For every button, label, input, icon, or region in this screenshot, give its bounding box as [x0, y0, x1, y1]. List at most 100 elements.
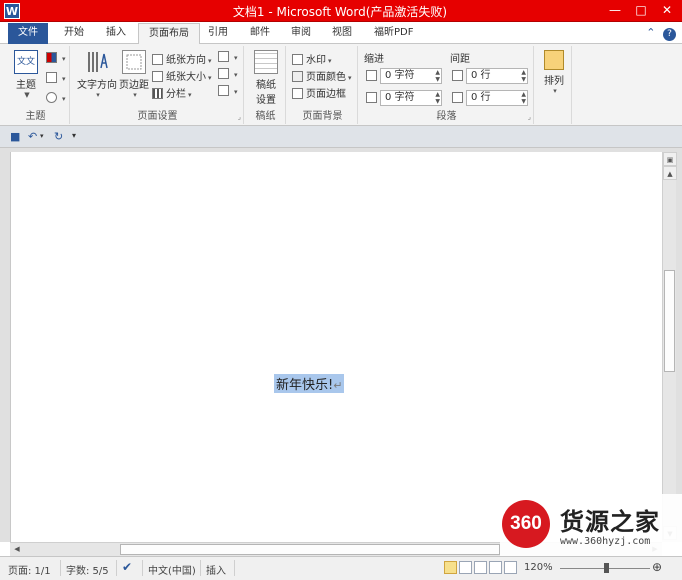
zoom-slider-thumb[interactable] — [604, 563, 609, 573]
proofing-icon[interactable]: ✔ — [122, 560, 132, 574]
group-label-paragraph: 段落 — [436, 111, 457, 122]
spacing-before-icon — [452, 70, 463, 81]
watermark-button[interactable]: 水印 ▾ — [292, 51, 332, 67]
scroll-left-icon[interactable]: ◀ — [10, 543, 24, 557]
arrange-button[interactable]: 排列 ▾ — [540, 50, 568, 95]
ribbon-tabs: 文件 开始 插入 页面布局 引用 邮件 审阅 视图 福昕PDF ⌃ ? — [0, 22, 682, 45]
spinner-arrows-icon[interactable]: ▲ ▼ — [435, 91, 440, 105]
chevron-down-icon: ▾ — [133, 91, 137, 99]
language-indicator[interactable]: 中文(中国) — [148, 562, 196, 577]
theme-effects-button[interactable]: ▾ — [46, 92, 66, 108]
tab-insert[interactable]: 插入 — [96, 23, 136, 44]
chevron-down-icon: ▾ — [553, 87, 557, 95]
orientation-icon — [152, 54, 163, 65]
horizontal-scroll-thumb[interactable] — [120, 544, 500, 555]
group-label-page-setup: 页面设置 — [137, 111, 178, 122]
collapse-ribbon-icon[interactable]: ⌃ — [646, 26, 655, 39]
maximize-button[interactable]: □ — [628, 0, 654, 20]
undo-icon[interactable]: ↶ — [28, 130, 37, 143]
theme-fonts-button[interactable]: ▾ — [46, 72, 66, 88]
chevron-down-icon: ▼ — [24, 91, 30, 99]
zoom-in-icon[interactable]: ⊕ — [652, 560, 662, 574]
word-app-icon[interactable]: W — [4, 3, 20, 19]
indent-right-icon — [366, 92, 377, 103]
orientation-button[interactable]: 纸张方向 ▾ — [152, 51, 212, 67]
draft-view-icon[interactable] — [504, 561, 517, 574]
tab-review[interactable]: 审阅 — [281, 23, 321, 44]
ruler-toggle-icon[interactable]: ▣ — [663, 152, 677, 166]
themes-icon: 文文 — [14, 50, 38, 74]
dialog-launcher-icon[interactable]: ⌟ — [528, 113, 531, 121]
size-button[interactable]: 纸张大小 ▾ — [152, 68, 212, 84]
save-icon[interactable]: ■ — [10, 130, 20, 143]
theme-fonts-icon — [46, 72, 57, 83]
tab-references[interactable]: 引用 — [198, 23, 238, 44]
tab-page-layout[interactable]: 页面布局 — [138, 23, 200, 45]
close-button[interactable]: ✕ — [654, 0, 680, 20]
theme-colors-button[interactable]: ▾ — [46, 52, 66, 68]
scroll-up-icon[interactable]: ▲ — [663, 166, 677, 180]
text-direction-icon — [85, 50, 109, 74]
page-color-icon — [292, 71, 303, 82]
tab-home[interactable]: 开始 — [54, 23, 94, 44]
spacing-before-spinner[interactable]: 0 行 ▲ ▼ — [466, 68, 528, 84]
spinner-arrows-icon[interactable]: ▲ ▼ — [521, 91, 526, 105]
undo-dropdown-icon[interactable]: ▾ — [40, 132, 44, 140]
text-direction-button[interactable]: 文字方向 ▾ — [76, 50, 118, 99]
tab-mailings[interactable]: 邮件 — [240, 23, 280, 44]
scroll-thumb[interactable] — [664, 270, 675, 372]
customize-qat-icon[interactable]: ▾ — [72, 131, 76, 140]
insert-mode-indicator[interactable]: 插入 — [206, 562, 226, 577]
spinner-arrows-icon[interactable]: ▲ ▼ — [521, 69, 526, 83]
word-count[interactable]: 字数: 5/5 — [66, 562, 109, 577]
breaks-icon — [218, 51, 229, 62]
document-page[interactable]: 新年快乐!↵ — [10, 152, 662, 542]
page-borders-button[interactable]: 页面边框 — [292, 85, 346, 101]
group-arrange: 排列 ▾ — [536, 46, 572, 124]
arrange-icon — [544, 50, 564, 70]
spacing-after-spinner[interactable]: 0 行 ▲ ▼ — [466, 90, 528, 106]
group-manuscript: 稿纸 设置 稿纸 — [246, 46, 286, 124]
spacing-label: 间距 — [450, 54, 470, 65]
tab-file[interactable]: 文件 — [8, 23, 48, 44]
group-page-setup: 文字方向 ▾ 页边距 ▾ 纸张方向 ▾ 纸张大小 ▾ 分栏 ▾ ▾ ▾ ▾ 页面设置 — [72, 46, 244, 124]
minimize-button[interactable]: — — [602, 0, 628, 20]
spacing-after-icon — [452, 92, 463, 103]
page-count[interactable]: 页面: 1/1 — [8, 562, 51, 577]
zoom-level[interactable]: 120% — [524, 562, 553, 573]
page-borders-icon — [292, 88, 303, 99]
theme-colors-icon — [46, 52, 57, 63]
tab-foxit-pdf[interactable]: 福昕PDF — [364, 23, 423, 44]
page-color-button[interactable]: 页面颜色 ▾ — [292, 68, 352, 84]
full-screen-reading-icon[interactable] — [459, 561, 472, 574]
line-numbers-button[interactable]: ▾ — [218, 68, 238, 84]
breaks-button[interactable]: ▾ — [218, 51, 238, 67]
spinner-arrows-icon[interactable]: ▲ ▼ — [435, 69, 440, 83]
document-area: 新年快乐!↵ ▣ ▲ ▼ — [0, 148, 682, 542]
help-icon[interactable]: ? — [663, 28, 676, 41]
margins-button[interactable]: 页边距 ▾ — [118, 50, 150, 99]
columns-icon — [152, 88, 163, 99]
page-size-icon — [152, 71, 163, 82]
print-layout-view-icon[interactable] — [444, 561, 457, 574]
group-label-manuscript: 稿纸 — [255, 111, 276, 122]
tab-view[interactable]: 视图 — [322, 23, 362, 44]
columns-button[interactable]: 分栏 ▾ — [152, 85, 192, 101]
vertical-scrollbar[interactable]: ▣ ▲ ▼ — [662, 152, 677, 540]
redo-icon[interactable]: ↻ — [54, 130, 63, 143]
themes-button[interactable]: 文文 主题 ▼ — [10, 50, 42, 99]
chevron-down-icon: ▾ — [96, 91, 100, 99]
dialog-launcher-icon[interactable]: ⌟ — [238, 113, 241, 121]
indent-right-spinner[interactable]: 0 字符 ▲ ▼ — [380, 90, 442, 106]
web-layout-icon[interactable] — [474, 561, 487, 574]
group-paragraph: 缩进 间距 0 字符 ▲ ▼ 0 字符 ▲ ▼ 0 行 ▲ ▼ 0 行 ▲ ▼ 段落 ⌟ — [360, 46, 534, 124]
status-bar: 页面: 1/1 字数: 5/5 ✔ 中文(中国) 插入 120% ⊕ — [0, 556, 682, 580]
quick-access-toolbar: ■ ↶ ▾ ↻ ▾ — [0, 126, 682, 148]
outline-view-icon[interactable] — [489, 561, 502, 574]
group-themes: 文文 主题 ▼ ▾ ▾ ▾ 主题 — [2, 46, 70, 124]
hyphenation-button[interactable]: ▾ — [218, 85, 238, 101]
manuscript-settings-button[interactable]: 稿纸 设置 — [249, 50, 283, 106]
selected-text[interactable]: 新年快乐!↵ — [274, 374, 345, 393]
indent-left-spinner[interactable]: 0 字符 ▲ ▼ — [380, 68, 442, 84]
watermark-url: www.360hyzj.com — [560, 536, 651, 547]
